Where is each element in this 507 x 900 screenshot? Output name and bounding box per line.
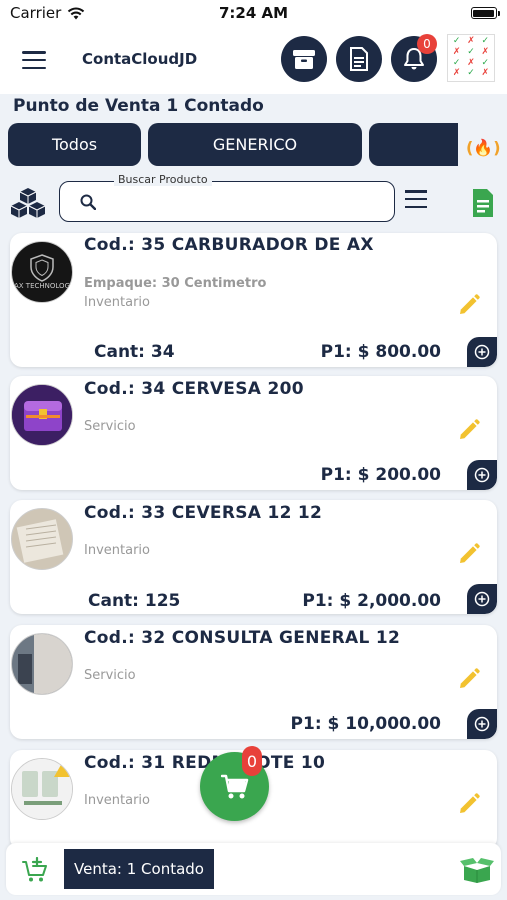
product-quantity: Cant: 125 bbox=[88, 591, 181, 611]
product-thumbnail: AX TECHNOLOG bbox=[11, 241, 73, 303]
product-thumbnail bbox=[11, 758, 73, 820]
product-card[interactable]: Cod.: 33 CEVERSA 12 12 Inventario Cant: … bbox=[10, 500, 497, 614]
cubes-icon[interactable] bbox=[10, 187, 46, 219]
search-icon bbox=[80, 194, 96, 210]
add-product-button[interactable] bbox=[467, 584, 497, 614]
category-tabs: Todos GENERICO bbox=[8, 123, 458, 166]
product-photo-image bbox=[12, 509, 72, 569]
app-title: ContaCloudJD bbox=[82, 50, 198, 68]
fire-scroll-icon[interactable]: (🔥) bbox=[466, 138, 501, 157]
company-logo[interactable]: ✓ ✗ ✓ ✗ ✓ ✗ ✓ ✗ ✓ ✗ ✓ ✗ bbox=[447, 34, 495, 82]
product-thumbnail bbox=[11, 384, 73, 446]
add-product-button[interactable] bbox=[467, 337, 497, 367]
clock: 7:24 AM bbox=[218, 4, 289, 22]
hamburger-menu-button[interactable] bbox=[22, 51, 46, 69]
product-price: P1: $ 2,000.00 bbox=[302, 591, 441, 611]
product-code: Cod.: 34 CERVESA 200 bbox=[84, 379, 304, 399]
plus-circle-icon bbox=[474, 716, 490, 732]
edit-pencil-icon[interactable] bbox=[457, 667, 481, 691]
battery-area bbox=[347, 7, 500, 19]
plus-circle-icon bbox=[474, 591, 490, 607]
green-document-icon[interactable] bbox=[471, 188, 495, 218]
status-bar: Carrier 7:24 AM bbox=[0, 0, 507, 26]
tab-todos[interactable]: Todos bbox=[8, 123, 141, 166]
cart-count-badge: 0 bbox=[242, 746, 262, 776]
product-card[interactable]: AX TECHNOLOG Cod.: 35 CARBURADOR DE AX E… bbox=[10, 233, 497, 367]
product-photo-image bbox=[12, 759, 72, 819]
product-photo-image bbox=[12, 634, 72, 694]
box-button[interactable] bbox=[281, 36, 327, 82]
product-type: Servicio bbox=[84, 419, 136, 434]
plus-circle-icon bbox=[474, 467, 490, 483]
product-type: Inventario bbox=[84, 295, 150, 310]
edit-pencil-icon[interactable] bbox=[457, 542, 481, 566]
venta-button[interactable]: Venta: 1 Contado bbox=[64, 849, 214, 889]
box-icon bbox=[293, 50, 315, 69]
add-product-button[interactable] bbox=[467, 709, 497, 739]
product-packaging: Empaque: 30 Centimetro bbox=[84, 276, 267, 291]
product-card[interactable]: Cod.: 34 CERVESA 200 Servicio P1: $ 200.… bbox=[10, 376, 497, 490]
edit-pencil-icon[interactable] bbox=[457, 293, 481, 317]
wifi-icon bbox=[68, 6, 85, 19]
shield-logo-icon bbox=[30, 254, 54, 282]
treasure-chest-image bbox=[12, 385, 72, 445]
product-thumbnail bbox=[11, 633, 73, 695]
search-field[interactable]: Buscar Producto bbox=[59, 173, 395, 222]
product-thumbnail bbox=[11, 508, 73, 570]
product-price: P1: $ 200.00 bbox=[320, 465, 441, 485]
plus-circle-icon bbox=[474, 344, 490, 360]
document-icon bbox=[350, 47, 368, 71]
edit-pencil-icon[interactable] bbox=[457, 792, 481, 816]
open-box-icon[interactable] bbox=[460, 857, 494, 883]
tab-generico[interactable]: GENERICO bbox=[148, 123, 362, 166]
page-title: Punto de Venta 1 Contado bbox=[13, 96, 264, 116]
product-thumbnail-text: AX TECHNOLOG bbox=[14, 282, 70, 290]
product-price: P1: $ 10,000.00 bbox=[290, 714, 441, 734]
product-type: Servicio bbox=[84, 668, 136, 683]
product-quantity: Cant: 34 bbox=[94, 342, 175, 362]
document-button[interactable] bbox=[336, 36, 382, 82]
carrier-label: Carrier bbox=[10, 4, 62, 22]
product-card[interactable]: Cod.: 32 CONSULTA GENERAL 12 Servicio P1… bbox=[10, 625, 497, 739]
product-code: Cod.: 32 CONSULTA GENERAL 12 bbox=[84, 628, 401, 648]
add-product-button[interactable] bbox=[467, 460, 497, 490]
tab-next[interactable] bbox=[369, 123, 458, 166]
bottom-bar: Venta: 1 Contado bbox=[6, 843, 501, 895]
product-price: P1: $ 800.00 bbox=[320, 342, 441, 362]
app-bar: ContaCloudJD 0 ✓ ✗ ✓ ✗ ✓ ✗ ✓ ✗ ✓ ✗ ✓ ✗ bbox=[0, 26, 507, 94]
shopping-cart-icon bbox=[220, 774, 248, 798]
product-code: Cod.: 33 CEVERSA 12 12 bbox=[84, 503, 323, 523]
carrier-area: Carrier bbox=[10, 4, 160, 22]
search-label: Buscar Producto bbox=[114, 173, 212, 186]
edit-pencil-icon[interactable] bbox=[457, 418, 481, 442]
notification-count-badge: 0 bbox=[417, 34, 437, 54]
search-input[interactable] bbox=[106, 190, 386, 214]
product-type: Inventario bbox=[84, 793, 150, 808]
product-code: Cod.: 35 CARBURADOR DE AX bbox=[84, 235, 374, 255]
battery-icon bbox=[470, 7, 500, 19]
list-view-button[interactable] bbox=[405, 190, 427, 208]
add-to-cart-icon[interactable] bbox=[22, 857, 48, 883]
product-type: Inventario bbox=[84, 543, 150, 558]
